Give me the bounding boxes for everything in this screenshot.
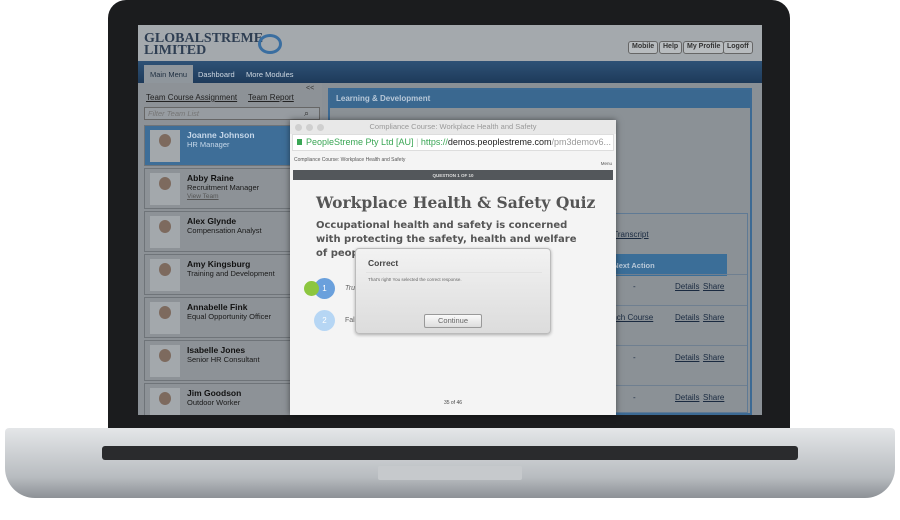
menu-link[interactable]: Menu — [601, 161, 612, 166]
member-role: Equal Opportunity Officer — [187, 312, 272, 321]
avatar — [150, 345, 180, 377]
tab-dashboard[interactable]: Dashboard — [192, 65, 241, 83]
logo-swirl-icon — [258, 34, 282, 54]
member-name: Annabelle Fink — [187, 302, 248, 312]
dialog-title: Correct — [368, 258, 399, 268]
avatar — [150, 130, 180, 162]
my-profile-button[interactable]: My Profile — [683, 41, 725, 54]
panel-title: Learning & Development — [330, 90, 750, 108]
team-report-link[interactable]: Team Report — [248, 93, 294, 102]
row-divider — [599, 345, 747, 346]
avatar — [150, 173, 180, 205]
share-link[interactable]: Share — [703, 282, 724, 291]
share-link[interactable]: Share — [703, 393, 724, 402]
details-link[interactable]: Details — [675, 393, 699, 402]
maximize-window-button[interactable] — [317, 124, 324, 131]
next-action: - — [633, 393, 636, 402]
member-name: Abby Raine — [187, 173, 234, 183]
page-counter: 35 of 46 — [443, 400, 463, 406]
member-name: Amy Kingsburg — [187, 259, 251, 269]
laptop-base — [5, 428, 895, 498]
url-path: /pm3demov6... — [551, 137, 612, 147]
browser-popup: Compliance Course: Workplace Health and … — [290, 120, 616, 415]
member-name: Joanne Johnson — [187, 130, 255, 140]
details-link[interactable]: Details — [675, 313, 699, 322]
main-nav: Main Menu Dashboard More Modules — [138, 61, 762, 83]
member-role: HR Manager — [187, 140, 230, 149]
member-role: Compensation Analyst — [187, 226, 262, 235]
option-1-label[interactable]: Tru — [345, 285, 355, 292]
search-icon[interactable]: ⌕ — [304, 108, 309, 119]
row-divider — [599, 305, 747, 306]
share-link[interactable]: Share — [703, 313, 724, 322]
details-link[interactable]: Details — [675, 353, 699, 362]
help-button[interactable]: Help — [659, 41, 683, 54]
filter-team-input[interactable] — [144, 107, 320, 120]
next-action: - — [633, 282, 636, 291]
member-role: Recruitment Manager — [187, 183, 260, 192]
member-name: Isabelle Jones — [187, 345, 246, 355]
avatar — [150, 216, 180, 248]
close-window-button[interactable] — [295, 124, 302, 131]
share-link[interactable]: Share — [703, 353, 724, 362]
member-role: Training and Development — [187, 269, 275, 278]
actions-header — [669, 254, 727, 276]
team-course-assignment-link[interactable]: Team Course Assignment — [146, 93, 237, 102]
app-header: GLOBALSTREME LIMITED Mobile Help My Profi… — [138, 25, 762, 61]
url-scheme: https:// — [420, 137, 448, 147]
logoff-button[interactable]: Logoff — [723, 41, 753, 54]
mobile-button[interactable]: Mobile — [628, 41, 659, 54]
question-progress-bar: QUESTION 1 OF 10 — [293, 170, 613, 180]
member-role: Outdoor Worker — [187, 398, 241, 407]
avatar — [150, 388, 180, 415]
avatar — [150, 302, 180, 334]
row-divider — [599, 385, 747, 386]
view-team-link[interactable]: View Team — [187, 193, 219, 200]
member-name: Alex Glynde — [187, 216, 237, 226]
correct-indicator-icon — [304, 281, 319, 296]
avatar — [150, 259, 180, 291]
dialog-message: That's right! You selected the correct r… — [368, 277, 462, 282]
quiz-title: Workplace Health & Safety Quiz — [316, 193, 596, 212]
collapse-button[interactable]: << — [306, 85, 314, 92]
minimize-window-button[interactable] — [306, 124, 313, 131]
site-identity: PeopleStreme Pty Ltd [AU] — [306, 137, 414, 147]
tab-main-menu[interactable]: Main Menu — [144, 65, 194, 83]
window-title: Compliance Course: Workplace Health and … — [290, 120, 616, 134]
option-2-button[interactable]: 2 — [314, 310, 335, 331]
tab-more-modules[interactable]: More Modules — [240, 65, 300, 83]
url-host: demos.peoplestreme.com — [447, 137, 552, 147]
laptop-trackpad — [378, 466, 522, 480]
course-header: Compliance Course: Workplace Health and … — [294, 157, 406, 163]
next-action: - — [633, 353, 636, 362]
logo: GLOBALSTREME LIMITED — [144, 31, 264, 58]
feedback-dialog: Correct That's right! You selected the c… — [355, 248, 551, 334]
member-name: Jim Goodson — [187, 388, 242, 398]
continue-button[interactable]: Continue — [424, 314, 482, 328]
course-table: t Transcript Next Action - Details Share… — [598, 213, 748, 413]
member-role: Senior HR Consultant — [187, 355, 260, 364]
row-divider — [599, 274, 747, 275]
address-bar[interactable]: PeopleStreme Pty Ltd [AU] | https://demo… — [292, 134, 614, 151]
details-link[interactable]: Details — [675, 282, 699, 291]
lock-icon — [297, 139, 302, 145]
dialog-divider — [366, 272, 542, 273]
laptop-keyboard — [102, 446, 798, 460]
